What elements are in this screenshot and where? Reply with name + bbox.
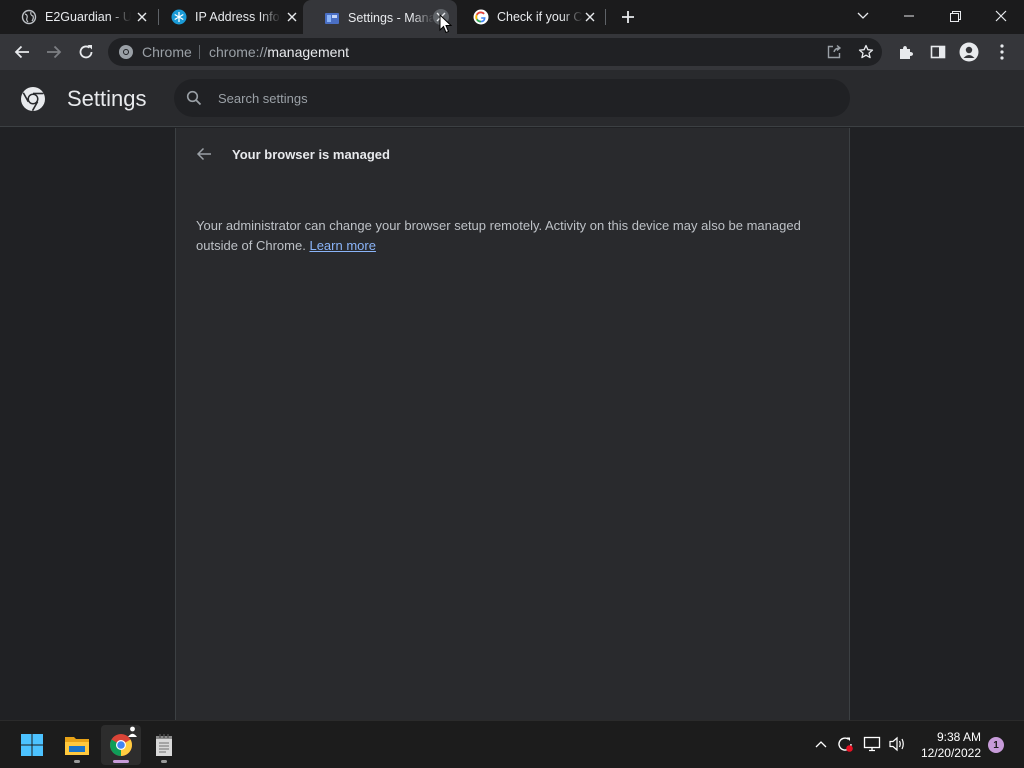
start-icon <box>21 734 43 756</box>
chrome-taskbar-button[interactable] <box>101 725 141 765</box>
chrome-chip[interactable]: Chrome <box>118 44 192 60</box>
minimize-button[interactable] <box>886 0 932 32</box>
tab-ip-address[interactable]: IP Address Infor <box>150 0 308 34</box>
share-button[interactable] <box>820 38 848 66</box>
reload-button[interactable] <box>72 38 100 66</box>
restore-button[interactable] <box>932 0 978 32</box>
running-indicator <box>74 760 80 763</box>
clock-date: 12/20/2022 <box>920 746 981 760</box>
settings-logo-icon <box>21 87 45 112</box>
share-icon <box>827 44 842 59</box>
taskbar: 9:38 AM 12/20/2022 1 <box>0 720 1024 768</box>
close-window-button[interactable] <box>978 0 1024 32</box>
close-tab-icon[interactable] <box>134 9 150 25</box>
sync-icon <box>838 737 853 752</box>
tab-e2guardian[interactable]: E2Guardian - Un <box>0 0 158 34</box>
address-separator <box>199 45 200 59</box>
url-text[interactable]: chrome://management <box>209 44 349 60</box>
url-scheme: chrome:// <box>209 44 268 60</box>
notification-badge[interactable]: 1 <box>988 737 1004 753</box>
settings-search[interactable] <box>174 79 850 117</box>
profile-button[interactable] <box>955 38 983 66</box>
address-bar[interactable]: Chrome chrome://management <box>108 38 882 66</box>
side-panel-icon <box>930 45 946 59</box>
url-host: management <box>267 44 350 60</box>
close-icon <box>995 10 1007 22</box>
browser-window: E2Guardian - Un IP Address Infor Setting… <box>0 0 1024 768</box>
menu-button[interactable] <box>988 38 1016 66</box>
learn-more-link[interactable]: Learn more <box>309 238 375 253</box>
back-button[interactable] <box>8 38 36 66</box>
tab-settings-management[interactable]: Settings - Mana <box>303 0 457 36</box>
star-icon <box>858 44 874 59</box>
tab-search-button[interactable] <box>840 0 886 32</box>
file-explorer-button[interactable] <box>57 725 97 765</box>
globe-icon <box>21 9 37 25</box>
avatar-icon <box>959 42 979 62</box>
section-heading: Your browser is managed <box>232 147 390 162</box>
puzzle-icon <box>900 46 913 59</box>
search-input[interactable] <box>218 79 818 117</box>
settings-header: Settings <box>0 70 1024 127</box>
clock[interactable]: 9:38 AM 12/20/2022 <box>921 729 981 761</box>
tab-strip: E2Guardian - Un IP Address Infor Setting… <box>0 0 1024 36</box>
arrow-right-icon <box>47 45 62 59</box>
mouse-cursor-icon <box>439 14 453 34</box>
new-tab-button[interactable] <box>616 5 640 29</box>
sync-status-button[interactable] <box>834 733 856 755</box>
tab-title: E2Guardian - Un <box>45 10 131 24</box>
arrow-left-icon <box>196 147 211 161</box>
reload-icon <box>79 45 93 59</box>
back-to-settings-button[interactable] <box>192 142 216 166</box>
plus-icon <box>622 11 634 23</box>
snowflake-icon <box>171 9 187 25</box>
running-indicator <box>161 760 167 763</box>
notepad-icon <box>156 734 172 756</box>
settings-page-icon <box>324 10 340 26</box>
side-panel-button[interactable] <box>924 38 952 66</box>
tab-title: IP Address Infor <box>195 10 281 24</box>
close-tab-icon[interactable] <box>582 9 598 25</box>
toolbar: Chrome chrome://management <box>0 34 1024 70</box>
kebab-menu-icon <box>1000 44 1004 60</box>
chevron-up-icon <box>815 741 827 748</box>
clock-time: 9:38 AM <box>936 730 981 744</box>
volume-icon <box>889 736 904 752</box>
start-button[interactable] <box>12 725 52 765</box>
notepad-button[interactable] <box>144 725 184 765</box>
tab-title: Check if your Ch <box>497 10 583 24</box>
tab-separator <box>605 9 606 25</box>
chrome-chip-label: Chrome <box>142 44 192 60</box>
google-g-icon <box>473 9 489 25</box>
forward-button[interactable] <box>40 38 68 66</box>
network-icon <box>863 736 881 752</box>
arrow-left-icon <box>14 45 29 59</box>
page-title: Settings <box>67 86 147 111</box>
chevron-down-icon <box>857 12 869 19</box>
volume-button[interactable] <box>886 733 908 755</box>
extensions-button[interactable] <box>892 38 920 66</box>
profile-badge-icon <box>128 726 137 737</box>
tab-check-chrome[interactable]: Check if your Ch <box>452 0 606 34</box>
show-hidden-icons-button[interactable] <box>810 733 832 755</box>
bookmark-button[interactable] <box>852 38 880 66</box>
file-explorer-icon <box>65 737 89 755</box>
restore-icon <box>949 10 961 22</box>
minimize-icon <box>904 15 914 17</box>
close-tab-icon[interactable] <box>284 9 300 25</box>
chrome-icon <box>119 45 133 59</box>
tab-title: Settings - Mana <box>348 11 434 25</box>
description-text: Your administrator can change your brows… <box>196 218 801 253</box>
network-button[interactable] <box>861 733 883 755</box>
management-card: Your browser is managed Your administrat… <box>175 128 850 720</box>
management-description: Your administrator can change your brows… <box>196 216 816 256</box>
search-icon <box>186 90 202 106</box>
running-indicator <box>113 760 129 763</box>
